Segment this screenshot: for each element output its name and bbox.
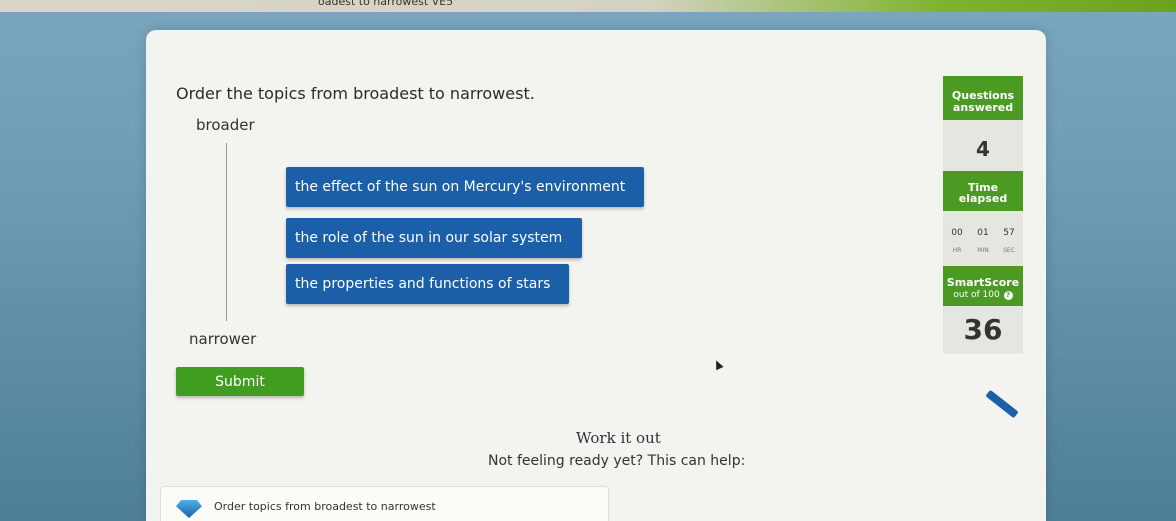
- draggable-tile[interactable]: the role of the sun in our solar system: [286, 218, 582, 258]
- timer-hours: 00: [951, 228, 963, 238]
- timer-hours-label: HR: [952, 247, 962, 254]
- timer-seconds: 57: [1003, 228, 1015, 238]
- top-bar: oadest to narrowest VE5: [0, 0, 1176, 12]
- help-text: Not feeling ready yet? This can help:: [488, 453, 746, 469]
- draggable-tile[interactable]: the properties and functions of stars: [286, 264, 569, 304]
- work-it-out-title: Work it out: [576, 429, 661, 447]
- smartscore-header: SmartScore out of 100 ?: [943, 266, 1023, 306]
- answered-label: answered: [952, 101, 1014, 114]
- timer[interactable]: 00 01 57 HR MIN SEC: [943, 228, 1023, 262]
- question-prompt: Order the topics from broadest to narrow…: [176, 84, 535, 103]
- order-axis-line: [226, 143, 227, 321]
- questions-answered-value: 4: [976, 137, 990, 161]
- elapsed-label: elapsed: [958, 192, 1008, 205]
- narrower-label: narrower: [189, 330, 257, 348]
- smartscore-label: SmartScore: [946, 276, 1020, 289]
- draggable-tile[interactable]: the effect of the sun on Mercury's envir…: [286, 167, 644, 207]
- broader-label: broader: [196, 116, 255, 134]
- timer-minutes-label: MIN: [977, 247, 989, 254]
- time-elapsed-header: Time elapsed: [943, 171, 1023, 211]
- questions-answered-header: Questions answered: [943, 76, 1023, 120]
- lesson-link[interactable]: Order topics from broadest to narrowest: [214, 500, 436, 513]
- timer-seconds-label: SEC: [1003, 247, 1015, 254]
- timer-minutes: 01: [977, 228, 989, 238]
- breadcrumb: oadest to narrowest VE5: [318, 0, 454, 8]
- smartscore-value: 36: [963, 313, 1003, 346]
- question-icon[interactable]: ?: [1003, 291, 1013, 300]
- submit-button[interactable]: Submit: [176, 367, 304, 396]
- smartscore-sub: out of 100: [953, 290, 1000, 300]
- question-card: [146, 30, 1046, 521]
